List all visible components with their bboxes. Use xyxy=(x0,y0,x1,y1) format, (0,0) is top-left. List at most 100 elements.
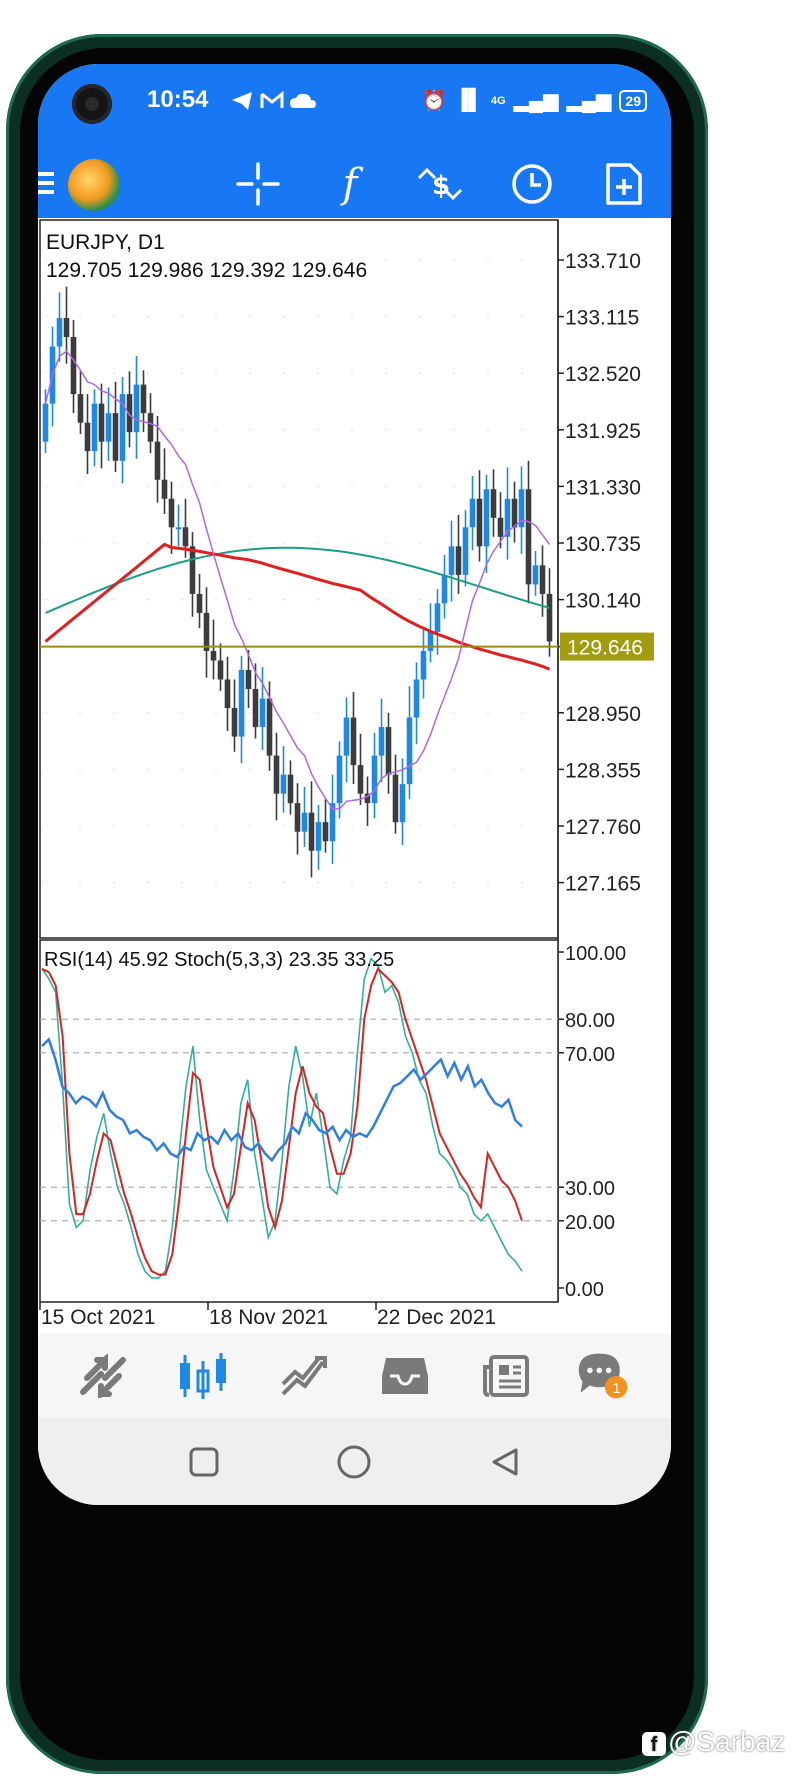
candle-body xyxy=(168,498,175,528)
grid-dot xyxy=(45,372,47,374)
candle-body xyxy=(112,413,119,461)
grid-dot xyxy=(147,881,149,884)
grid-dot xyxy=(317,881,319,884)
grid-dot xyxy=(351,768,353,771)
candle-body xyxy=(273,755,280,794)
grid-dot xyxy=(181,542,183,544)
grid-dot xyxy=(521,881,523,884)
candle-body xyxy=(154,441,161,480)
messages-badge: 1 xyxy=(612,1380,620,1397)
grid-dot xyxy=(351,881,353,884)
app-logo[interactable] xyxy=(68,159,120,211)
candle-body xyxy=(84,422,91,452)
indicator-level-label: 70.00 xyxy=(565,1044,615,1066)
grid-dot xyxy=(453,881,455,884)
candle-body xyxy=(462,527,469,575)
grid-dot xyxy=(113,315,115,318)
grid-dot xyxy=(215,598,217,601)
grid-dot xyxy=(453,542,455,544)
grid-dot xyxy=(453,825,455,827)
candle-body xyxy=(343,717,350,756)
toolbar: f $ xyxy=(38,152,671,218)
candle-body xyxy=(385,727,392,775)
grid-dot xyxy=(147,598,149,601)
candle-body xyxy=(252,689,259,728)
grid-dot xyxy=(317,485,319,488)
grid-dot xyxy=(283,315,285,318)
grid-dot xyxy=(283,881,285,884)
grid-dot xyxy=(385,315,387,318)
candle-body xyxy=(497,517,504,537)
candle-body xyxy=(392,774,399,823)
nav-quotes[interactable] xyxy=(74,1348,130,1404)
grid-dot xyxy=(249,485,251,488)
nav-messages[interactable]: 1 xyxy=(575,1348,631,1404)
candle-body xyxy=(525,489,532,585)
crosshair-icon xyxy=(236,162,280,206)
grid-dot xyxy=(249,542,251,544)
grid-dot xyxy=(385,712,387,714)
grid-dot xyxy=(453,259,455,261)
nav-news[interactable] xyxy=(478,1348,534,1404)
messages-icon: 1 xyxy=(578,1353,628,1399)
grid-dot xyxy=(45,598,47,601)
grid-dot xyxy=(147,542,149,544)
price-chart[interactable]: EURJPY, D1 129.705 129.986 129.392 129.6… xyxy=(38,218,671,1329)
menu-icon[interactable] xyxy=(38,172,54,199)
grid-dot xyxy=(385,259,387,261)
candle-body xyxy=(189,546,196,594)
new-order-button[interactable] xyxy=(598,158,650,210)
chart-area[interactable]: EURJPY, D1 129.705 129.986 129.392 129.6… xyxy=(38,218,671,1329)
candle-body xyxy=(224,679,231,709)
grid-dot xyxy=(453,485,455,488)
grid-dot xyxy=(317,768,319,771)
indicators-button[interactable]: f xyxy=(324,158,376,210)
date-label: 15 Oct 2021 xyxy=(41,1306,155,1328)
nav-trade[interactable] xyxy=(276,1348,332,1404)
candle-body xyxy=(448,546,455,575)
candle-body xyxy=(203,612,210,651)
indicator-level-label: 30.00 xyxy=(565,1178,615,1200)
signal-icon: ▂▄▆ xyxy=(566,90,612,112)
telegram-icon xyxy=(232,92,252,110)
grid-dot xyxy=(181,598,183,601)
indicator-level-label: 80.00 xyxy=(565,1010,615,1032)
grid-dot xyxy=(215,372,217,374)
candle-body xyxy=(231,708,238,737)
grid-dot xyxy=(453,768,455,771)
grid-dot xyxy=(453,429,455,431)
grid-dot xyxy=(385,825,387,827)
grid-dot xyxy=(351,429,353,431)
candle-body xyxy=(161,479,168,499)
grid-dot xyxy=(521,768,523,771)
grid-dot xyxy=(419,429,421,431)
candle-body xyxy=(322,822,329,842)
watermark: f @Sarbaz xyxy=(642,1726,785,1758)
candle-body xyxy=(476,498,483,547)
grid-dot xyxy=(45,768,47,771)
svg-text:$: $ xyxy=(432,171,450,201)
grid-dot xyxy=(283,712,285,714)
candle-body xyxy=(427,631,434,651)
candle-body xyxy=(357,765,364,794)
indicators-icon: f xyxy=(342,161,358,207)
nav-chart[interactable] xyxy=(175,1348,231,1404)
trade-button[interactable]: $ xyxy=(414,158,466,210)
crosshair-button[interactable] xyxy=(232,158,284,210)
back-button[interactable] xyxy=(492,1448,518,1476)
candle-body xyxy=(441,574,448,604)
timeframe-button[interactable] xyxy=(506,158,558,210)
nav-history[interactable] xyxy=(377,1348,433,1404)
grid-dot xyxy=(351,315,353,318)
candle-body xyxy=(196,593,203,613)
price-label: 127.165 xyxy=(565,873,641,896)
candle-body xyxy=(70,337,77,395)
recent-apps-button[interactable] xyxy=(189,1447,219,1477)
new-document-icon xyxy=(606,163,642,205)
grid-dot xyxy=(79,315,81,318)
grid-dot xyxy=(79,881,81,884)
chart-icon xyxy=(180,1353,226,1399)
home-button[interactable] xyxy=(337,1445,371,1479)
grid-dot xyxy=(249,881,251,884)
news-icon xyxy=(483,1355,529,1397)
